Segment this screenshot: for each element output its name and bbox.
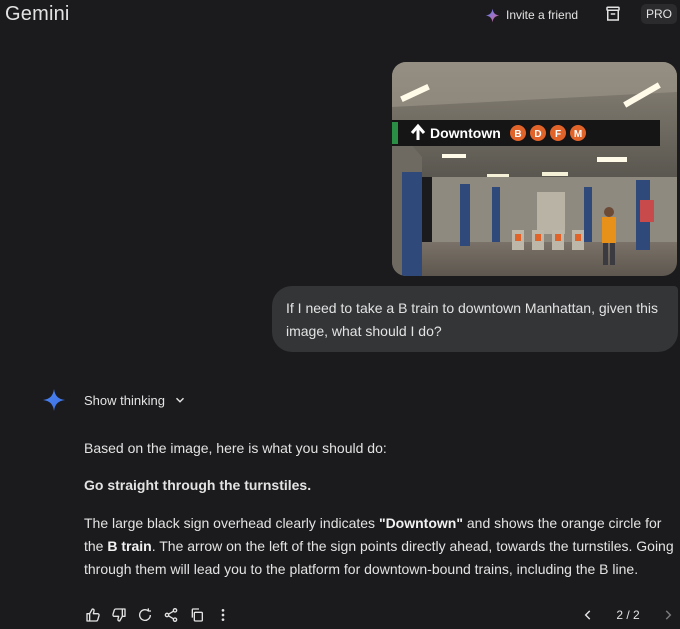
thumbs-up-button[interactable]	[84, 606, 102, 624]
line-m-bullet: M	[574, 129, 582, 140]
line-d-bullet: D	[534, 129, 541, 140]
top-bar: Gemini Invite a friend PRO	[0, 0, 680, 30]
chevron-left-icon	[584, 610, 591, 620]
show-thinking-label: Show thinking	[84, 392, 165, 408]
chevron-down-icon	[175, 397, 184, 403]
next-draft-button[interactable]	[660, 607, 676, 623]
copy-icon	[191, 608, 203, 622]
user-message: If I need to take a B train to downtown …	[272, 286, 678, 352]
invite-label: Invite a friend	[506, 8, 579, 22]
regenerate-icon	[139, 608, 152, 621]
thumbs-down-button[interactable]	[110, 606, 128, 624]
uploaded-image[interactable]: Downtown B D F M	[392, 62, 677, 276]
draft-pager: 2 / 2	[580, 605, 676, 625]
copy-button[interactable]	[188, 606, 206, 624]
invite-friend-button[interactable]: Invite a friend	[485, 5, 578, 25]
show-thinking-toggle[interactable]: Show thinking	[84, 390, 187, 410]
response-actions	[84, 605, 240, 625]
share-icon	[164, 608, 178, 622]
pro-badge[interactable]: PRO	[641, 4, 677, 24]
archive-icon[interactable]	[604, 5, 622, 23]
thumbs-up-icon	[86, 608, 100, 622]
response-intro: Based on the image, here is what you sho…	[84, 440, 387, 456]
thumbs-down-icon	[112, 608, 126, 622]
line-b-bullet: B	[514, 129, 521, 140]
response-body: The large black sign overhead clearly in…	[84, 515, 674, 577]
more-vert-icon	[221, 609, 225, 621]
sign-text: Downtown	[430, 125, 501, 141]
previous-draft-button[interactable]	[580, 607, 596, 623]
response-heading: Go straight through the turnstiles.	[84, 477, 312, 493]
more-options-button[interactable]	[214, 606, 232, 624]
regenerate-button[interactable]	[136, 606, 154, 624]
sparkle-icon	[485, 8, 500, 22]
line-f-bullet: F	[555, 129, 561, 140]
gemini-logo-icon	[43, 389, 65, 411]
app-title[interactable]: Gemini	[5, 3, 70, 26]
chevron-right-icon	[665, 610, 672, 620]
subway-station-photo: Downtown B D F M	[392, 62, 677, 276]
draft-count: 2 / 2	[616, 608, 640, 622]
share-button[interactable]	[162, 606, 180, 624]
